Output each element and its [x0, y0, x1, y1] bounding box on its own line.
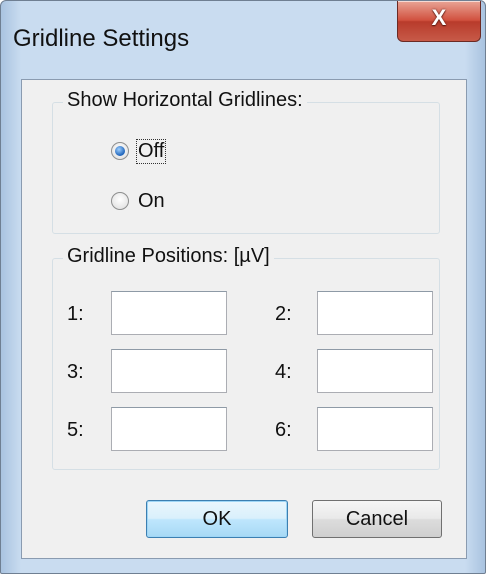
ok-button[interactable]: OK: [146, 500, 288, 538]
gridline-positions-group: Gridline Positions: [µV] 1: 2: 3: 4: 5: …: [52, 245, 440, 470]
show-horizontal-gridlines-group: Show Horizontal Gridlines: Off On: [52, 89, 440, 234]
position-field-4[interactable]: [317, 349, 433, 393]
position-field-2[interactable]: [317, 291, 433, 335]
radio-on-indicator[interactable]: [111, 192, 129, 210]
radio-off-label[interactable]: Off: [135, 138, 167, 164]
group-legend: Gridline Positions: [µV]: [63, 245, 274, 268]
group-legend: Show Horizontal Gridlines:: [63, 89, 307, 112]
position-label-3: 3:: [67, 361, 84, 383]
position-field-3[interactable]: [111, 349, 227, 393]
position-field-1[interactable]: [111, 291, 227, 335]
title-bar[interactable]: Gridline Settings X: [1, 1, 485, 79]
close-button[interactable]: X: [397, 1, 481, 42]
dialog-title: Gridline Settings: [13, 25, 190, 52]
position-field-5[interactable]: [111, 407, 227, 451]
position-label-2: 2:: [275, 303, 292, 325]
radio-off[interactable]: Off: [111, 137, 167, 165]
radio-on-label[interactable]: On: [137, 190, 166, 213]
dialog-body: Show Horizontal Gridlines: Off On Gridli…: [21, 79, 467, 559]
radio-on[interactable]: On: [111, 187, 166, 215]
position-label-5: 5:: [67, 419, 84, 441]
gridline-settings-dialog: Gridline Settings X Show Horizontal Grid…: [0, 0, 486, 574]
position-label-1: 1:: [67, 303, 84, 325]
position-label-4: 4:: [275, 361, 292, 383]
radio-off-indicator[interactable]: [111, 142, 129, 160]
position-label-6: 6:: [275, 419, 292, 441]
position-field-6[interactable]: [317, 407, 433, 451]
close-icon: X: [431, 5, 447, 30]
cancel-button[interactable]: Cancel: [312, 500, 442, 538]
